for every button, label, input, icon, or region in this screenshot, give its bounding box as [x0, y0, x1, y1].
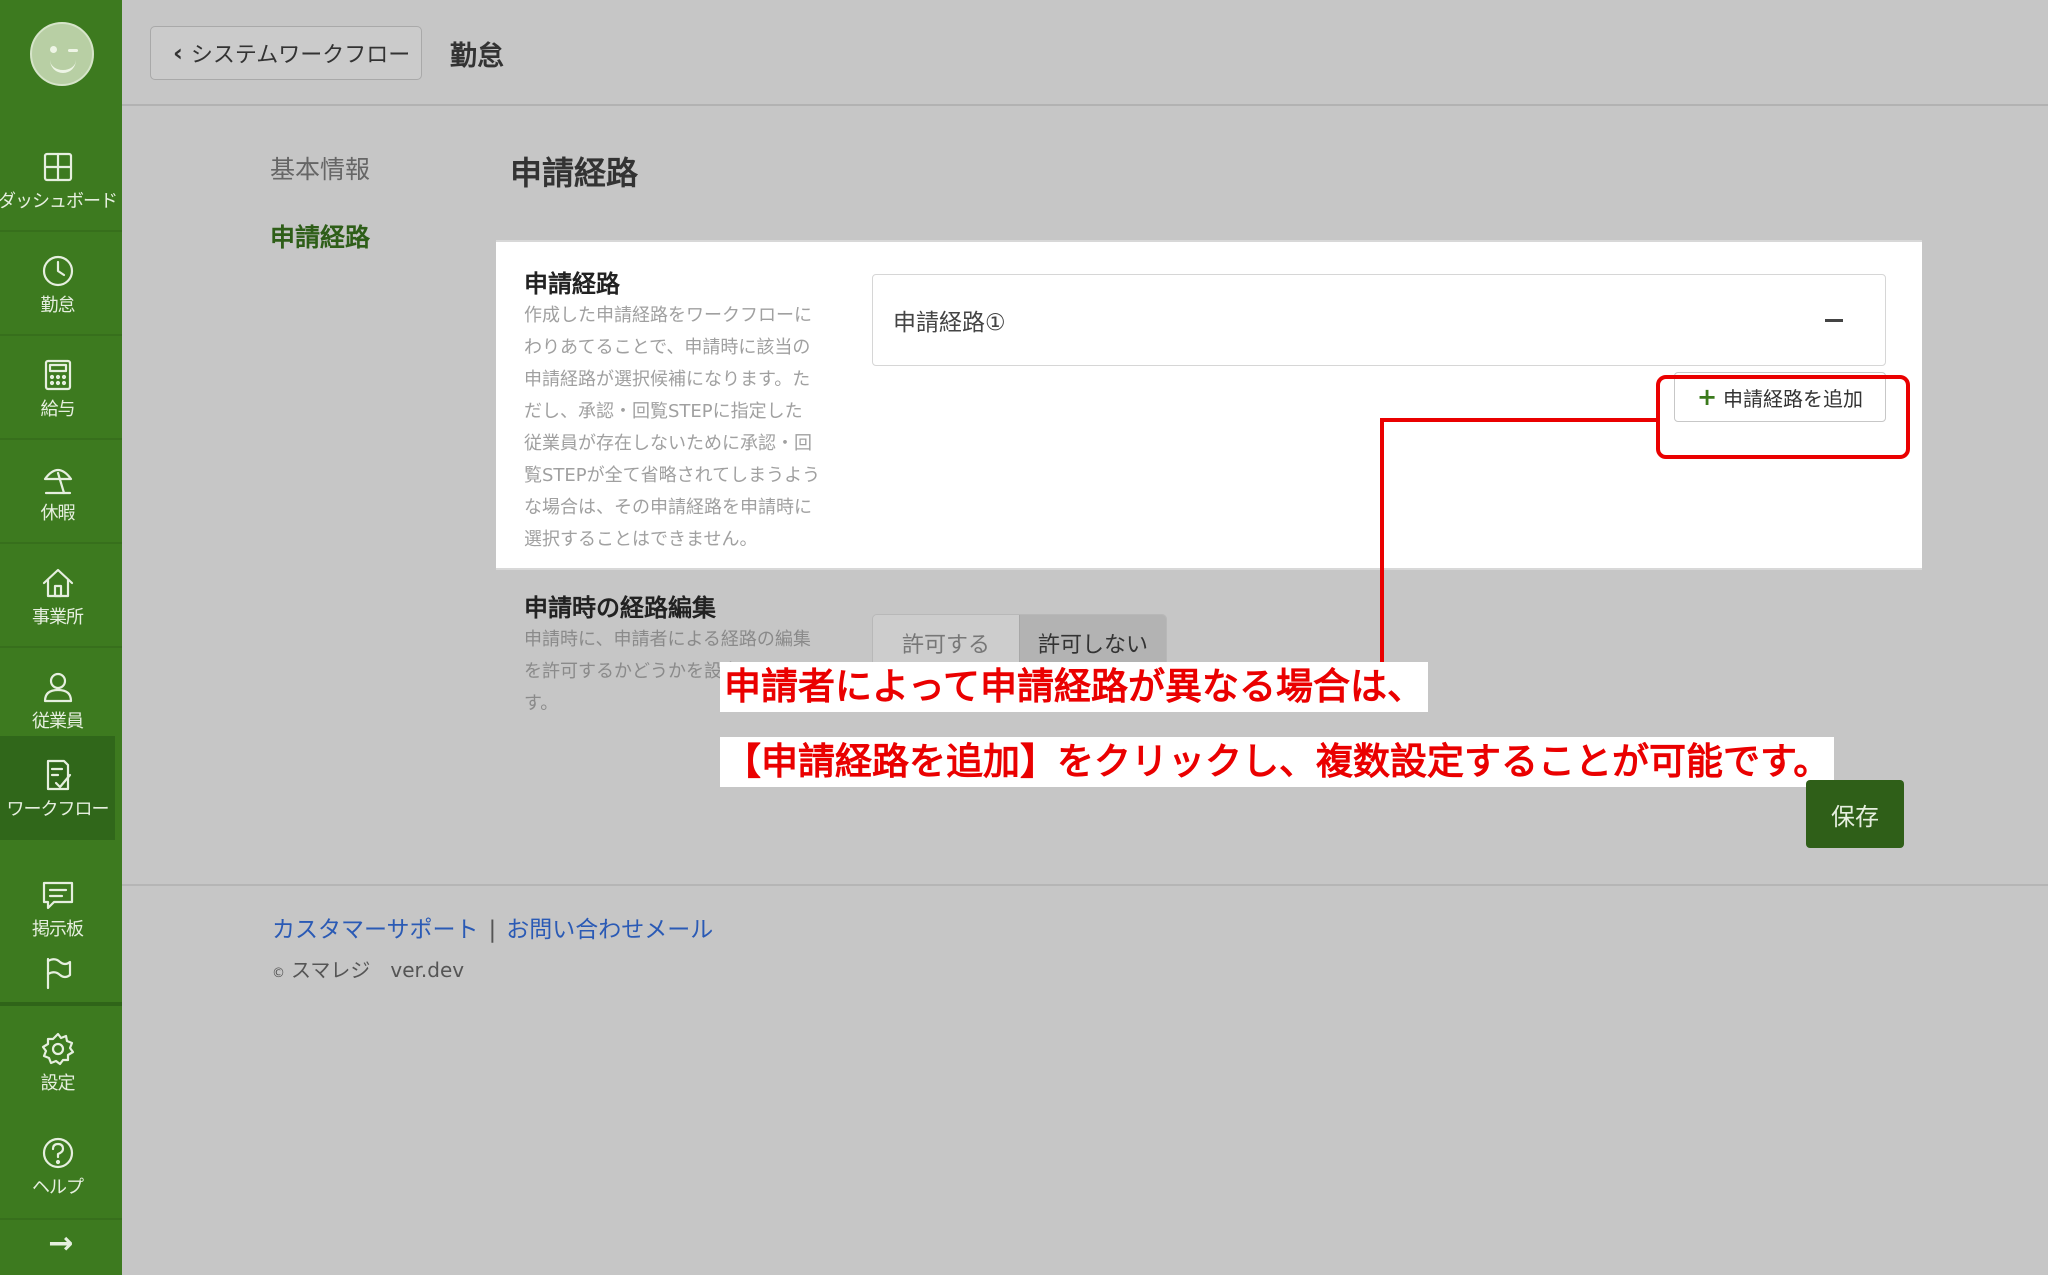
sidebar-item-attendance[interactable]: 勤怠 [0, 234, 115, 334]
page-title: 勤怠 [450, 41, 504, 72]
footer-links: カスタマーサポート | お問い合わせメール [272, 910, 713, 944]
sidebar-item-employees[interactable]: 従業員 [0, 650, 115, 750]
person-icon [38, 667, 78, 707]
route-item[interactable]: 申請経路① [872, 274, 1886, 366]
copyright: © スマレジ ver.dev [272, 954, 464, 983]
sidebar-item-label: 給与 [40, 399, 76, 420]
copyright-text: スマレジ ver.dev [291, 958, 465, 982]
help-icon [38, 1133, 78, 1173]
logo[interactable] [30, 22, 94, 86]
sidebar-item-label: 従業員 [32, 711, 84, 732]
dashboard-icon [38, 147, 78, 187]
sidebar-item-flag[interactable] [0, 940, 115, 1010]
chevron-left-icon: ‹ [173, 39, 183, 67]
back-button-label: システムワークフロー [190, 43, 411, 68]
gear-icon [38, 1029, 78, 1069]
header: ‹ システムワークフロー 勤怠 [122, 0, 2048, 106]
home-icon [38, 563, 78, 603]
sidebar-item-label: ヘルプ [32, 1177, 84, 1198]
footer-separator: | [488, 917, 497, 943]
annotation-line-2: 【申請経路を追加】をクリックし、複数設定することが可能です。 [720, 737, 1835, 787]
parasol-icon [38, 459, 78, 499]
contact-mail-link[interactable]: お問い合わせメール [506, 917, 713, 943]
callout-line [1380, 418, 1658, 422]
subnav-basic-info[interactable]: 基本情報 [270, 150, 370, 186]
subnav-route[interactable]: 申請経路 [270, 218, 370, 254]
checklist-icon [38, 755, 78, 795]
back-button[interactable]: ‹ システムワークフロー [150, 26, 422, 80]
sidebar-item-help[interactable]: ヘルプ [0, 1116, 115, 1216]
sidebar-item-label: ダッシュボード [0, 191, 118, 212]
chat-icon [38, 875, 78, 915]
sidebar-item-payroll[interactable]: 給与 [0, 338, 115, 438]
sidebar-item-label: 掲示板 [32, 919, 84, 940]
collapse-icon[interactable] [1825, 319, 1843, 322]
copyright-symbol: © [272, 966, 285, 981]
expand-sidebar-icon[interactable]: → [0, 1226, 122, 1261]
sidebar-item-leave[interactable]: 休暇 [0, 442, 115, 542]
annotation-line-1: 申請者によって申請経路が異なる場合は、 [720, 662, 1429, 712]
sidebar-item-workflow[interactable]: ワークフロー [0, 736, 115, 840]
sidebar-item-office[interactable]: 事業所 [0, 546, 115, 646]
sidebar: ダッシュボード 勤怠 給与 休暇 事業所 従業員 ワークフロー 掲示板 設定 ヘ… [0, 0, 122, 1275]
calculator-icon [38, 355, 78, 395]
sidebar-item-label: 事業所 [32, 607, 84, 628]
sidebar-item-dashboard[interactable]: ダッシュボード [0, 130, 118, 230]
route-row-description: 作成した申請経路をワークフローに わりあてることで、申請時に該当の 申請経路が選… [524, 305, 821, 550]
flag-icon [38, 953, 78, 993]
section-title: 申請経路 [510, 154, 639, 192]
highlight-box [1656, 375, 1910, 459]
edit-row-label: 申請時の経路編集 [524, 594, 716, 622]
sidebar-item-label: 勤怠 [40, 295, 76, 316]
sidebar-item-label: ワークフロー [6, 799, 110, 820]
callout-line [1380, 418, 1384, 666]
sidebar-item-settings[interactable]: 設定 [0, 1012, 115, 1112]
route-row-label: 申請経路 [524, 270, 620, 298]
customer-support-link[interactable]: カスタマーサポート [272, 917, 479, 943]
sidebar-item-label: 休暇 [40, 503, 76, 524]
save-button[interactable]: 保存 [1806, 780, 1904, 848]
footer-divider [122, 884, 2048, 886]
clock-icon [38, 251, 78, 291]
route-item-name: 申請経路① [893, 310, 1006, 336]
sidebar-item-label: 設定 [40, 1073, 76, 1094]
